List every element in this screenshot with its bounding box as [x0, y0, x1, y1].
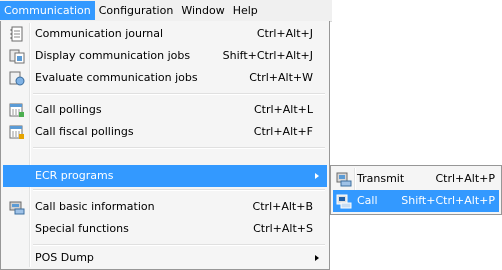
menu-item-label: POS Dump	[35, 251, 94, 264]
submenu-item-call[interactable]: Call Shift+Ctrl+Alt+P	[333, 190, 499, 212]
submenu-arrow-icon	[315, 173, 319, 179]
menu-separator	[33, 189, 325, 191]
menu-separator	[33, 93, 325, 95]
menu-item-label: Display communication jobs	[35, 49, 191, 62]
menu-communication[interactable]: Communication	[0, 1, 95, 20]
menu-item-call-basic-information[interactable]: Call basic information Ctrl+Alt+B	[3, 196, 327, 218]
menu-separator	[33, 244, 325, 246]
menu-item-ecr-programs[interactable]: ECR programs	[3, 165, 327, 187]
menu-item-display-communication-jobs[interactable]: Display communication jobs Shift+Ctrl+Al…	[3, 45, 327, 67]
menu-item-shortcut: Ctrl+Alt+S	[253, 222, 313, 235]
menu-item-label: Special functions	[35, 222, 129, 235]
submenu-item-shortcut: Shift+Ctrl+Alt+P	[401, 194, 495, 207]
menu-item-call-pollings[interactable]: Call pollings Ctrl+Alt+L	[3, 99, 327, 121]
menu-bar: Communication Configuration Window Help	[0, 0, 332, 22]
menu-window[interactable]: Window	[177, 1, 228, 20]
menu-item-shortcut: Ctrl+Alt+F	[253, 125, 313, 138]
menu-item-evaluate-communication-jobs[interactable]: Evaluate communication jobs Ctrl+Alt+W	[3, 67, 327, 89]
fiscal-pollings-icon	[9, 124, 25, 140]
pollings-icon	[9, 102, 25, 118]
transmit-icon	[336, 171, 352, 187]
menu-item-label: Evaluate communication jobs	[35, 71, 198, 84]
menu-item-shortcut: Ctrl+Alt+J	[256, 27, 313, 40]
submenu-item-transmit[interactable]: Transmit Ctrl+Alt+P	[333, 168, 499, 190]
menu-item-label: Call fiscal pollings	[35, 125, 134, 138]
communication-dropdown: Communication journal Ctrl+Alt+J Display…	[0, 21, 330, 270]
menu-separator	[33, 147, 325, 149]
jobs-evaluate-icon	[9, 70, 25, 86]
menu-item-label: Call basic information	[35, 200, 155, 213]
menu-configuration[interactable]: Configuration	[95, 1, 178, 20]
call-icon	[336, 193, 352, 209]
menu-item-label: Call pollings	[35, 103, 102, 116]
menu-item-label: Communication journal	[35, 27, 164, 40]
menu-item-shortcut: Ctrl+Alt+W	[249, 71, 313, 84]
submenu-item-label: Call	[357, 194, 378, 207]
submenu-item-label: Transmit	[357, 172, 405, 185]
menu-item-pos-dump[interactable]: POS Dump	[3, 247, 327, 269]
submenu-arrow-icon	[315, 255, 319, 261]
basic-info-icon	[9, 199, 25, 215]
menu-item-shortcut: Ctrl+Alt+B	[252, 200, 313, 213]
menu-item-communication-journal[interactable]: Communication journal Ctrl+Alt+J	[3, 23, 327, 45]
jobs-display-icon	[9, 48, 25, 64]
menu-item-special-functions[interactable]: Special functions Ctrl+Alt+S	[3, 218, 327, 240]
menu-item-shortcut: Shift+Ctrl+Alt+J	[222, 49, 313, 62]
menu-item-call-fiscal-pollings[interactable]: Call fiscal pollings Ctrl+Alt+F	[3, 121, 327, 143]
menu-item-shortcut: Ctrl+Alt+L	[253, 103, 313, 116]
journal-icon	[9, 26, 25, 42]
submenu-item-shortcut: Ctrl+Alt+P	[435, 172, 495, 185]
menu-help[interactable]: Help	[229, 1, 262, 20]
menu-item-label: ECR programs	[35, 169, 114, 182]
ecr-programs-submenu: Transmit Ctrl+Alt+P Call Shift+Ctrl+Alt+…	[330, 165, 502, 215]
